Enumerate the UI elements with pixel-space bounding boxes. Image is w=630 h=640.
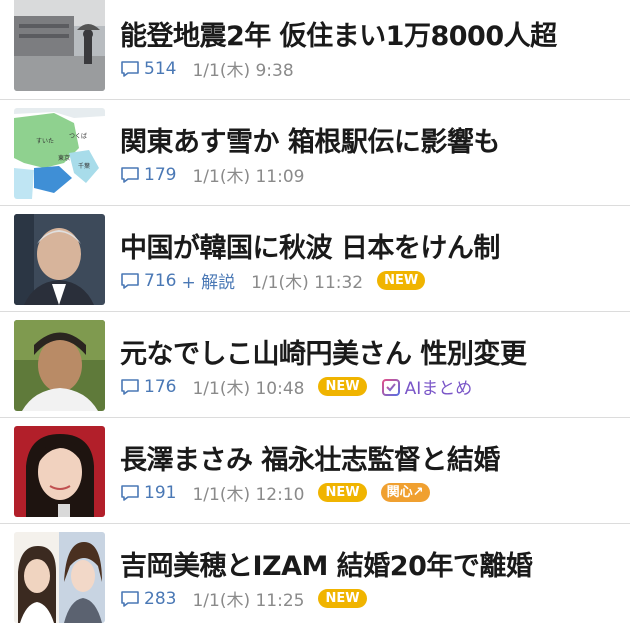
ai-summary-icon xyxy=(381,378,400,396)
news-title[interactable]: 関東あす雪か 箱根駅伝に影響も xyxy=(120,120,500,159)
new-badge: NEW xyxy=(318,589,367,608)
news-item[interactable]: 長澤まさみ 福永壮志監督と結婚 191 1/1(木) 12:10 NEW 関心↗ xyxy=(0,417,630,523)
news-meta: 179 1/1(木) 11:09 xyxy=(120,162,304,187)
publish-date: 1/1(木) 9:38 xyxy=(192,61,294,81)
map-label: 東京 xyxy=(58,154,70,162)
news-item[interactable]: 元なでしこ山崎円美さん 性別変更 176 1/1(木) 10:48 NEW AI… xyxy=(0,311,630,417)
news-item[interactable]: 吉岡美穂とIZAM 結婚20年で離婚 283 1/1(木) 11:25 NEW xyxy=(0,523,630,629)
news-item[interactable]: 中国が韓国に秋波 日本をけん制 716 + 解説 1/1(木) 11:32 NE… xyxy=(0,205,630,311)
news-meta: 176 1/1(木) 10:48 NEW AIまとめ xyxy=(120,374,472,399)
speech-bubble-icon xyxy=(121,272,139,289)
commentary-link[interactable]: + 解説 xyxy=(181,268,235,293)
news-meta: 514 1/1(木) 9:38 xyxy=(120,56,294,81)
ai-summary-tag[interactable]: AIまとめ xyxy=(381,374,473,399)
news-title[interactable]: 能登地震2年 仮住まい1万8000人超 xyxy=(120,14,557,53)
publish-date: 1/1(木) 11:32 xyxy=(251,273,364,293)
comment-count[interactable]: 283 xyxy=(144,589,176,609)
new-badge: NEW xyxy=(318,483,367,502)
news-thumbnail xyxy=(14,426,105,517)
news-title[interactable]: 中国が韓国に秋波 日本をけん制 xyxy=(120,226,500,265)
publish-date: 1/1(木) 11:25 xyxy=(192,591,305,611)
news-thumbnail xyxy=(14,214,105,305)
comment-count[interactable]: 191 xyxy=(144,483,176,503)
news-title[interactable]: 吉岡美穂とIZAM 結婚20年で離婚 xyxy=(120,544,533,583)
speech-bubble-icon xyxy=(121,60,139,77)
publish-date: 1/1(木) 12:10 xyxy=(192,485,305,505)
map-label: 千葉 xyxy=(78,162,90,170)
publish-date: 1/1(木) 10:48 xyxy=(192,379,305,399)
comment-count[interactable]: 514 xyxy=(144,59,176,79)
news-thumbnail xyxy=(14,532,105,623)
news-meta: 283 1/1(木) 11:25 NEW xyxy=(120,586,367,611)
publish-date: 1/1(木) 11:09 xyxy=(192,167,305,187)
news-meta: 191 1/1(木) 12:10 NEW 関心↗ xyxy=(120,480,430,505)
news-thumbnail xyxy=(14,320,105,411)
news-title[interactable]: 元なでしこ山崎円美さん 性別変更 xyxy=(120,332,527,371)
comment-count[interactable]: 179 xyxy=(144,165,176,185)
new-badge: NEW xyxy=(318,377,367,396)
speech-bubble-icon xyxy=(121,590,139,607)
map-label: すいた xyxy=(36,138,54,145)
speech-bubble-icon xyxy=(121,484,139,501)
speech-bubble-icon xyxy=(121,166,139,183)
new-badge: NEW xyxy=(377,271,426,290)
news-item[interactable]: すいた つくば 東京 千葉 関東あす雪か 箱根駅伝に影響も 179 1/1(木)… xyxy=(0,99,630,205)
interest-badge: 関心↗ xyxy=(380,483,430,502)
news-thumbnail: すいた つくば 東京 千葉 xyxy=(14,108,105,199)
speech-bubble-icon xyxy=(121,378,139,395)
map-label: つくば xyxy=(69,132,87,140)
news-item[interactable]: 能登地震2年 仮住まい1万8000人超 514 1/1(木) 9:38 xyxy=(0,0,630,99)
news-title[interactable]: 長澤まさみ 福永壮志監督と結婚 xyxy=(120,438,500,477)
news-meta: 716 + 解説 1/1(木) 11:32 NEW xyxy=(120,268,426,293)
ai-summary-label: AIまとめ xyxy=(404,379,473,399)
news-list: 能登地震2年 仮住まい1万8000人超 514 1/1(木) 9:38 すいた … xyxy=(0,0,630,629)
comment-count[interactable]: 716 xyxy=(144,271,176,291)
news-thumbnail xyxy=(14,0,105,91)
comment-count[interactable]: 176 xyxy=(144,377,176,397)
